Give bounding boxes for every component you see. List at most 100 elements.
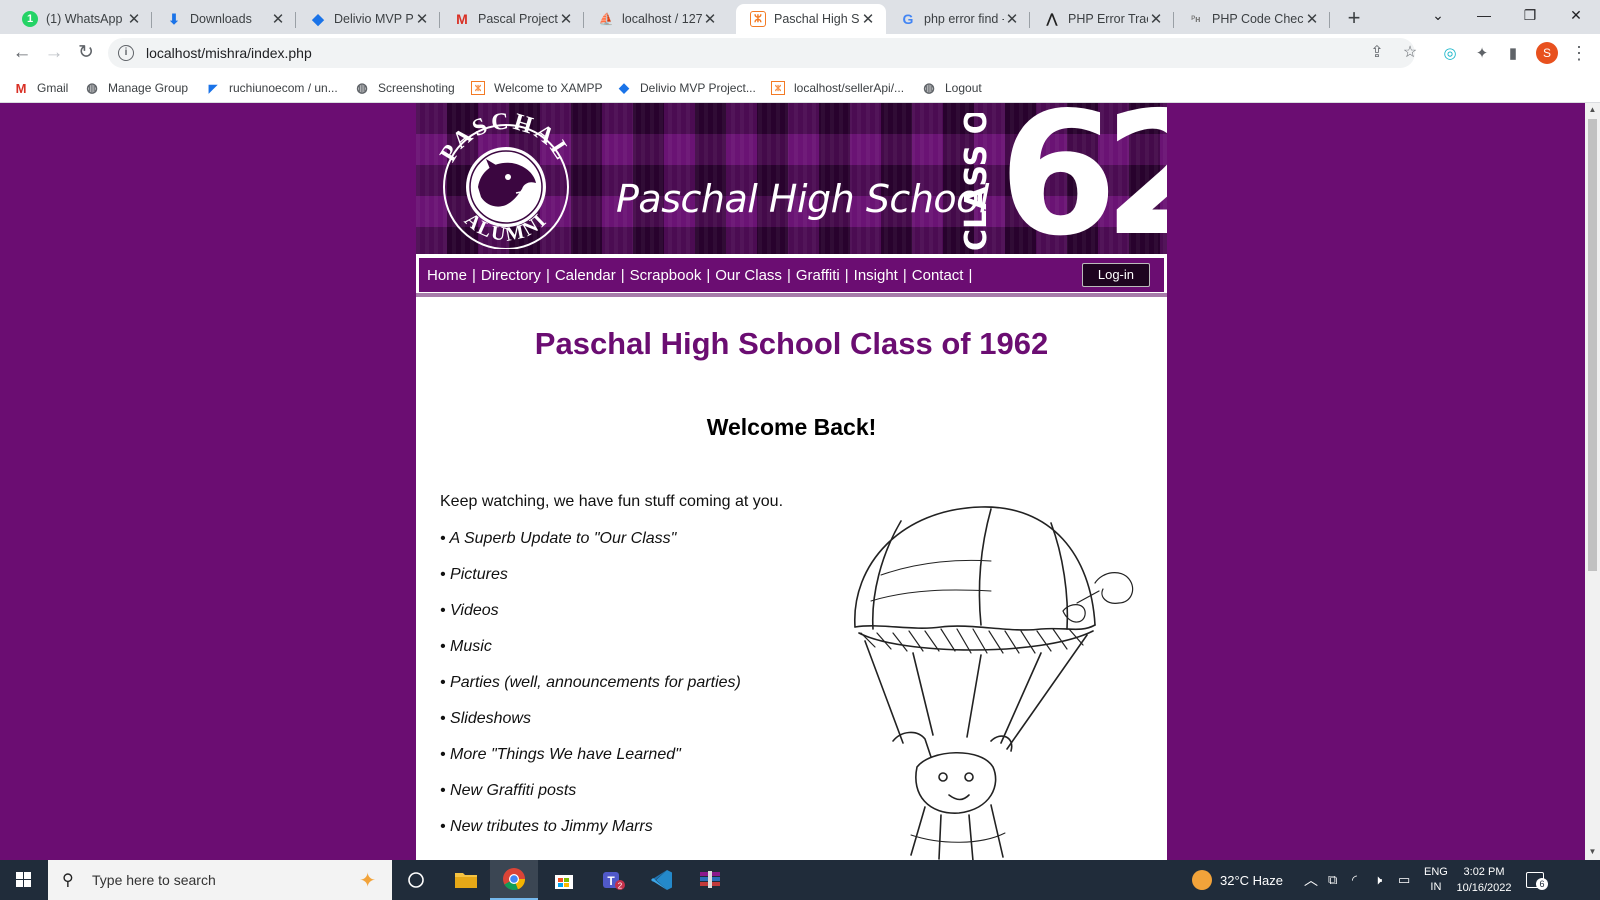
task-view-icon[interactable] bbox=[392, 860, 440, 900]
bookmark-star-icon[interactable]: ☆ bbox=[1399, 38, 1421, 68]
side-panel-icon[interactable]: ▮ bbox=[1503, 44, 1523, 64]
list-item: • Music bbox=[440, 638, 492, 655]
close-icon[interactable]: ✕ bbox=[1004, 10, 1020, 28]
tab-search-icon[interactable]: ⌄ bbox=[1415, 0, 1461, 30]
bookmark-welcome-xampp[interactable]: ⵣ Welcome to XAMPP bbox=[471, 78, 602, 98]
language-code: ENG bbox=[1424, 866, 1448, 878]
bookmarks-bar: M Gmail ◍ Manage Group ◤ ruchiunoecom / … bbox=[0, 72, 1600, 103]
tray-chevron-icon[interactable]: ︿ bbox=[1304, 860, 1318, 900]
class-of-label: CLASS OF bbox=[959, 113, 994, 251]
teams-icon[interactable]: T2 bbox=[590, 860, 638, 900]
bookmark-ruchiunoecom[interactable]: ◤ ruchiunoecom / un... bbox=[206, 78, 338, 98]
nav-scrapbook[interactable]: Scrapbook bbox=[630, 267, 702, 284]
language-indicator[interactable]: ENG IN bbox=[1424, 860, 1448, 900]
close-icon[interactable]: ✕ bbox=[1304, 10, 1320, 28]
banner-title: Paschal High School bbox=[616, 177, 989, 221]
close-icon[interactable]: ✕ bbox=[860, 10, 876, 28]
back-icon[interactable]: ← bbox=[9, 40, 35, 66]
close-window-button[interactable]: ✕ bbox=[1553, 0, 1599, 30]
xampp-icon: ⵣ bbox=[471, 81, 485, 95]
microsoft-store-icon[interactable] bbox=[540, 860, 588, 900]
minimize-button[interactable]: — bbox=[1461, 0, 1507, 30]
extensions-puzzle-icon[interactable]: ✦ bbox=[1472, 44, 1492, 64]
bookmark-logout[interactable]: ◍ Logout bbox=[922, 78, 981, 98]
reload-icon[interactable]: ↻ bbox=[73, 40, 99, 66]
share-icon[interactable]: ⇪ bbox=[1366, 38, 1388, 68]
profile-avatar[interactable]: S bbox=[1536, 42, 1558, 64]
close-icon[interactable]: ✕ bbox=[702, 10, 718, 28]
list-item: • New Graffiti posts bbox=[440, 782, 577, 799]
tab-php-error-tracker[interactable]: ⋀ PHP Error Track ✕ bbox=[1030, 4, 1174, 34]
tab-whatsapp[interactable]: 1 (1) WhatsApp ✕ bbox=[8, 4, 152, 34]
tab-downloads[interactable]: ⬇ Downloads ✕ bbox=[152, 4, 296, 34]
tab-google-search[interactable]: G php error find - ✕ bbox=[886, 4, 1030, 34]
rar-archiver-icon[interactable] bbox=[686, 860, 734, 900]
nav-calendar[interactable]: Calendar bbox=[555, 267, 616, 284]
forward-icon[interactable]: → bbox=[41, 40, 67, 66]
scrollbar-thumb[interactable] bbox=[1588, 119, 1597, 571]
intro-text: Keep watching, we have fun stuff coming … bbox=[440, 493, 784, 510]
clock[interactable]: 3:02 PM 10/16/2022 bbox=[1452, 860, 1516, 900]
notification-count: 6 bbox=[1536, 878, 1548, 890]
tab-pascal-project[interactable]: M Pascal Project - ✕ bbox=[440, 4, 584, 34]
close-icon[interactable]: ✕ bbox=[558, 10, 574, 28]
taskbar-search[interactable]: ⚲ Type here to search ✦ bbox=[48, 860, 392, 900]
tab-php-code-checker[interactable]: ᴾʜ PHP Code Chec ✕ bbox=[1174, 4, 1330, 34]
nav-our-class[interactable]: Our Class bbox=[715, 267, 782, 284]
url-text[interactable]: localhost/mishra/index.php bbox=[146, 45, 312, 61]
bookmark-screenshoting[interactable]: ◍ Screenshoting bbox=[355, 78, 454, 98]
vscode-icon[interactable] bbox=[638, 860, 686, 900]
close-icon[interactable]: ✕ bbox=[270, 10, 286, 28]
scroll-down-arrow[interactable]: ▼ bbox=[1585, 847, 1600, 856]
nav-contact[interactable]: Contact bbox=[912, 267, 964, 284]
address-bar[interactable]: i localhost/mishra/index.php bbox=[108, 38, 1415, 68]
bookmark-label: localhost/sellerApi/... bbox=[794, 81, 905, 95]
extension-grammar-icon[interactable]: ◎ bbox=[1440, 44, 1460, 64]
tray-app-icon[interactable]: ⧉ bbox=[1328, 860, 1337, 900]
close-icon[interactable]: ✕ bbox=[1148, 10, 1164, 28]
nav-separator: | bbox=[706, 266, 711, 284]
close-icon[interactable]: ✕ bbox=[126, 10, 142, 28]
notification-center[interactable]: 6 bbox=[1526, 860, 1548, 900]
volume-icon[interactable]: 🕨 bbox=[1374, 860, 1382, 900]
nav-insight[interactable]: Insight bbox=[854, 267, 898, 284]
welcome-heading: Welcome Back! bbox=[706, 414, 877, 440]
chrome-taskbar-icon[interactable] bbox=[490, 860, 538, 900]
azure-icon: ◤ bbox=[208, 82, 218, 95]
alumni-seal-logo[interactable]: PASCHAL ALUMNI bbox=[426, 109, 586, 249]
delivio-icon: ◆ bbox=[312, 11, 324, 28]
battery-icon[interactable]: ▭ bbox=[1398, 860, 1410, 900]
xampp-icon: ⵣ bbox=[771, 81, 785, 95]
nav-home[interactable]: Home bbox=[427, 267, 467, 284]
weather-text: 32°C Haze bbox=[1220, 872, 1284, 888]
site-info-icon[interactable]: i bbox=[118, 45, 134, 61]
restore-button[interactable]: ❐ bbox=[1507, 0, 1553, 30]
new-tab-button[interactable]: + bbox=[1341, 6, 1367, 30]
tab-paschal-active[interactable]: ⵣ Paschal High Sc ✕ bbox=[736, 4, 886, 34]
tab-delivio[interactable]: ◆ Delivio MVP Pro ✕ bbox=[296, 4, 440, 34]
bookmark-gmail[interactable]: M Gmail bbox=[14, 78, 69, 98]
bookmark-delivio[interactable]: ◆ Delivio MVP Project... bbox=[617, 78, 756, 98]
login-button[interactable]: Log-in bbox=[1081, 263, 1150, 287]
bookmark-label: Manage Group bbox=[108, 81, 189, 95]
page-scrollbar[interactable]: ▲ ▼ bbox=[1585, 103, 1600, 860]
list-item: • A Superb Update to "Our Class" bbox=[440, 530, 677, 547]
scroll-up-arrow[interactable]: ▲ bbox=[1585, 105, 1600, 114]
bookmark-sellerapi[interactable]: ⵣ localhost/sellerApi/... bbox=[771, 78, 904, 98]
nav-directory[interactable]: Directory bbox=[481, 267, 541, 284]
wifi-icon[interactable]: ◜ bbox=[1352, 860, 1357, 900]
menu-dots-icon[interactable]: ⋮ bbox=[1570, 43, 1588, 63]
tab-title: Pascal Project - bbox=[478, 12, 558, 26]
start-button[interactable] bbox=[0, 860, 48, 900]
bookmark-label: Delivio MVP Project... bbox=[640, 81, 756, 95]
tab-phpmyadmin[interactable]: ⛵ localhost / 127. ✕ bbox=[584, 4, 728, 34]
file-explorer-icon[interactable] bbox=[442, 860, 490, 900]
page-headline: Paschal High School Class of 1962 bbox=[534, 326, 1049, 361]
close-icon[interactable]: ✕ bbox=[414, 10, 430, 28]
whatsapp-icon: 1 bbox=[22, 11, 38, 27]
gmail-icon: M bbox=[456, 11, 468, 27]
search-icon: ⚲ bbox=[62, 872, 74, 889]
bookmark-manage-group[interactable]: ◍ Manage Group bbox=[85, 78, 188, 98]
nav-graffiti[interactable]: Graffiti bbox=[796, 267, 840, 284]
weather-widget[interactable]: 32°C Haze bbox=[1192, 860, 1283, 900]
